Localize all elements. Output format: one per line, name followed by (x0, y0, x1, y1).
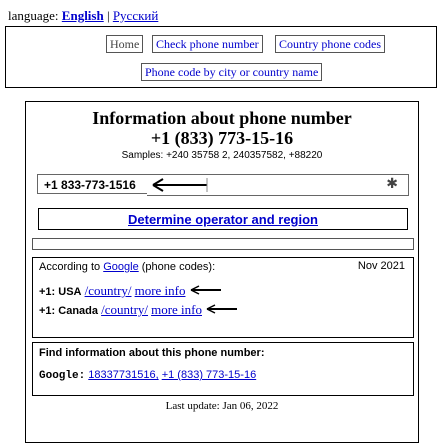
language-label: language: (8, 8, 59, 23)
navigation-box: Home Check phone number Country phone co… (5, 26, 437, 88)
phone-input[interactable]: +1 833-773-1516 (37, 174, 147, 194)
arrow-left-icon (206, 304, 238, 314)
entry-code: +1: (39, 286, 56, 298)
google-codes-heading: According to Google (phone codes): (39, 261, 215, 273)
language-english-link[interactable]: English (62, 8, 104, 23)
nav-city-codes-button[interactable]: Phone code by city or country name (141, 63, 323, 81)
entry-more-info-link[interactable]: more info (151, 302, 202, 317)
last-update-text: Last update: Jan 06, 2022 (165, 400, 279, 412)
find-info-links: Google: 18337731516, +1 (833) 773-15-16 (39, 369, 256, 382)
determine-operator-button[interactable]: Determine operator and region (38, 208, 408, 230)
nav-home-button[interactable]: Home (106, 35, 144, 53)
google-codes-box: According to Google (phone codes): Nov 2… (32, 257, 414, 338)
language-russian-link[interactable]: Русский (113, 8, 159, 23)
entry-country: Canada (58, 305, 99, 317)
search-query-formatted-link[interactable]: +1 (833) 773-15-16 (162, 369, 256, 381)
result-placeholder-bar (32, 238, 414, 250)
page-subtitle-number: +1 (833) 773-15-16 (150, 128, 294, 148)
list-item-canada: +1: Canada /country/ more info (39, 302, 239, 318)
google-link[interactable]: Google (103, 261, 138, 273)
entry-country: USA (58, 286, 82, 298)
arrow-left-icon (190, 285, 221, 295)
determine-operator-label: Determine operator and region (128, 212, 318, 227)
language-bar: language: English | Русский (8, 8, 158, 24)
clear-icon: ✱ (386, 176, 398, 192)
nav-country-codes-button[interactable]: Country phone codes (275, 35, 385, 53)
google-date: Nov 2021 (357, 260, 405, 272)
find-info-box: Find information about this phone number… (32, 342, 414, 396)
search-query-digits-link[interactable]: 18337731516, (88, 369, 158, 381)
clear-button[interactable]: ✱ (267, 174, 409, 196)
search-engine-label: Google: (39, 370, 86, 382)
entry-country-link[interactable]: /country/ (101, 302, 148, 317)
arrow-left-icon (152, 178, 208, 192)
google-prefix: According to (39, 261, 101, 273)
entry-more-info-link[interactable]: more info (135, 283, 186, 298)
page-title: Information about phone number (92, 108, 352, 128)
google-suffix: (phone codes): (141, 261, 216, 273)
language-separator: | (106, 8, 110, 23)
entry-country-link[interactable]: /country/ (85, 283, 132, 298)
find-info-title: Find information about this phone number… (39, 347, 265, 359)
samples-text: Samples: +240 35758 2, 240357582, +88220 (121, 150, 323, 161)
entry-code: +1: (39, 305, 56, 317)
input-arrow-area (147, 174, 267, 196)
nav-check-phone-button[interactable]: Check phone number (152, 35, 263, 53)
main-panel: Information about phone number +1 (833) … (25, 101, 419, 443)
list-item-usa: +1: USA /country/ more info (39, 283, 223, 299)
